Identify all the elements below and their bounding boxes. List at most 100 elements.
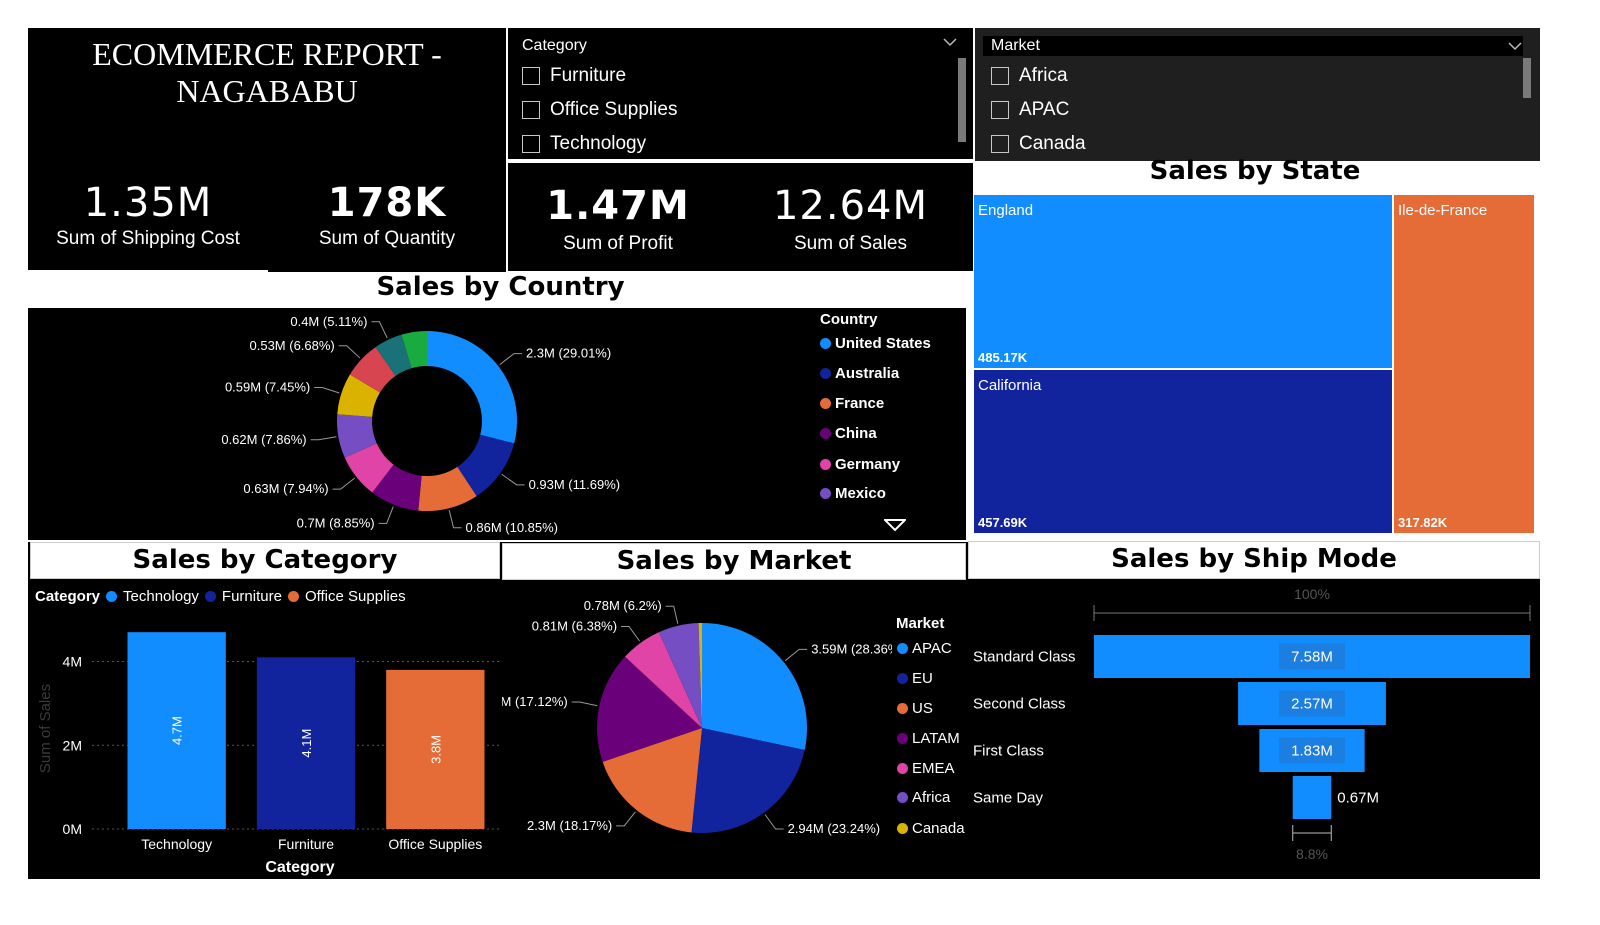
- treemap-tile-california[interactable]: California 457.69K: [974, 370, 1392, 533]
- legend-item[interactable]: Africa: [897, 789, 950, 806]
- bar-data-label: 4.1M: [299, 729, 314, 758]
- legend-dot: [106, 591, 118, 602]
- pie-slice: [427, 331, 517, 444]
- state-chart-title: Sales by State: [1149, 156, 1361, 186]
- pie-leader-line: [338, 345, 361, 359]
- pie-leader-line: [378, 506, 394, 524]
- pie-leader-line: [621, 626, 640, 642]
- checkbox-apac[interactable]: [991, 101, 1009, 119]
- legend-dot: [897, 703, 908, 714]
- report-title: ECOMMERCE REPORT - NAGABABU: [28, 36, 506, 110]
- checkbox-canada[interactable]: [991, 135, 1009, 153]
- chevron-down-icon[interactable]: [942, 34, 958, 48]
- slicer-item-apac[interactable]: APAC: [1019, 99, 1069, 121]
- pie-data-label: 0.62M (7.86%): [221, 432, 306, 447]
- legend-dot: [897, 643, 908, 654]
- pie-leader-line: [448, 510, 462, 529]
- legend-item[interactable]: LATAM: [897, 730, 960, 747]
- slicer-item-office-supplies[interactable]: Office Supplies: [550, 99, 677, 121]
- legend-label: Mexico: [835, 485, 886, 502]
- legend-label: Germany: [835, 456, 901, 473]
- pie-data-label: 0.78M (6.2%): [584, 598, 662, 613]
- pie-leader-line: [665, 605, 679, 624]
- pie-data-label: 2.16M (17.12%): [502, 694, 568, 709]
- bar-data-label: 3.8M: [428, 735, 443, 764]
- pie-data-label: 0.59M (7.45%): [225, 380, 310, 395]
- legend-dot: [897, 673, 908, 684]
- funnel-category-label: First Class: [973, 743, 1044, 760]
- slicer-item-canada[interactable]: Canada: [1019, 133, 1086, 155]
- market-slicer-title: Market: [991, 37, 1040, 54]
- legend-dot: [820, 398, 831, 409]
- treemap-tile-ile-de-france[interactable]: Ile-de-France 317.82K: [1394, 195, 1534, 533]
- checkbox-furniture[interactable]: [522, 67, 540, 85]
- kpi-label: Sum of Quantity: [318, 228, 456, 249]
- report-title-line2: NAGABABU: [176, 73, 358, 109]
- pie-leader-line: [764, 814, 784, 830]
- category-slicer-scrollbar[interactable]: [958, 58, 966, 142]
- market-slicer-scrollbar[interactable]: [1523, 58, 1531, 98]
- kpi-value: 1.35M: [83, 180, 213, 226]
- state-treemap: England 485.17K California 457.69K Ile-d…: [972, 195, 1537, 535]
- legend-scroll-down-icon[interactable]: [882, 518, 908, 532]
- slicer-item-furniture[interactable]: Furniture: [550, 65, 626, 87]
- country-chart-panel: 2.3M (29.01%) 0.93M (11.69%) 0.86M (10.85%…: [28, 308, 966, 540]
- legend-item[interactable]: United States: [820, 335, 931, 352]
- legend-item[interactable]: EMEA: [897, 760, 955, 777]
- shipmode-chart-title: Sales by Ship Mode: [968, 541, 1540, 579]
- legend-label[interactable]: Furniture: [222, 588, 282, 605]
- pie-data-label: 0.93M (11.69%): [529, 477, 621, 492]
- x-tick-label: Furniture: [278, 836, 334, 852]
- legend-item[interactable]: France: [820, 395, 884, 412]
- legend-label: EU: [912, 670, 933, 687]
- checkbox-africa[interactable]: [991, 67, 1009, 85]
- legend-item[interactable]: EU: [897, 670, 933, 687]
- legend-item[interactable]: China: [820, 425, 877, 442]
- x-axis-title: Category: [265, 859, 334, 876]
- legend-label[interactable]: Office Supplies: [305, 588, 406, 605]
- legend-label: Australia: [835, 365, 900, 382]
- kpi-label: Sum of Shipping Cost: [56, 228, 240, 249]
- funnel-bottom-percent: 8.8%: [1296, 846, 1328, 862]
- legend-item[interactable]: Canada: [897, 820, 965, 837]
- x-tick-label: Office Supplies: [388, 836, 482, 852]
- legend-label[interactable]: Technology: [123, 588, 199, 605]
- legend-item[interactable]: Australia: [820, 365, 899, 382]
- pie-leader-line: [314, 387, 340, 394]
- pie-slice: [702, 623, 807, 751]
- legend-dot: [820, 368, 831, 379]
- country-legend-title: Country: [820, 311, 878, 328]
- y-tick-label: 2M: [63, 737, 82, 753]
- kpi-quantity-card: 178K Sum of Quantity: [268, 160, 506, 273]
- bar-data-label: 4.7M: [170, 716, 185, 745]
- legend-label: EMEA: [912, 760, 955, 777]
- pie-data-label: 2.3M (29.01%): [526, 346, 611, 361]
- legend-item[interactable]: Germany: [820, 456, 900, 473]
- legend-dot: [897, 733, 908, 744]
- legend-item[interactable]: US: [897, 700, 933, 717]
- category-chart-title: Sales by Category: [30, 542, 500, 579]
- pie-leader-line: [332, 477, 356, 490]
- legend-item[interactable]: Mexico: [820, 485, 886, 502]
- kpi-value: 1.47M: [546, 183, 690, 229]
- slicer-item-technology[interactable]: Technology: [550, 133, 646, 155]
- pie-data-label: 0.53M (6.68%): [250, 338, 335, 353]
- treemap-tile-england[interactable]: England 485.17K: [974, 195, 1392, 368]
- checkbox-office-supplies[interactable]: [522, 101, 540, 119]
- kpi-value: 12.64M: [772, 183, 929, 229]
- treemap-tile-value: 317.82K: [1398, 515, 1448, 530]
- legend-dot: [897, 823, 908, 834]
- category-slicer-title: Category: [522, 37, 587, 54]
- funnel-bar: [1292, 776, 1332, 819]
- checkbox-technology[interactable]: [522, 135, 540, 153]
- legend-item[interactable]: APAC: [897, 640, 952, 657]
- pie-data-label: 0.7M (8.85%): [297, 515, 375, 530]
- market-legend-title: Market: [896, 615, 945, 632]
- kpi-profit-sales-card: 1.47M Sum of Profit 12.64M Sum of Sales: [508, 163, 973, 271]
- chevron-down-icon[interactable]: [1507, 38, 1523, 52]
- slicer-item-africa[interactable]: Africa: [1019, 65, 1068, 87]
- country-chart-title: Sales by Country: [28, 272, 973, 306]
- legend-label: France: [835, 395, 885, 412]
- treemap-tile-name: California: [978, 377, 1042, 394]
- legend-label: Africa: [912, 789, 951, 806]
